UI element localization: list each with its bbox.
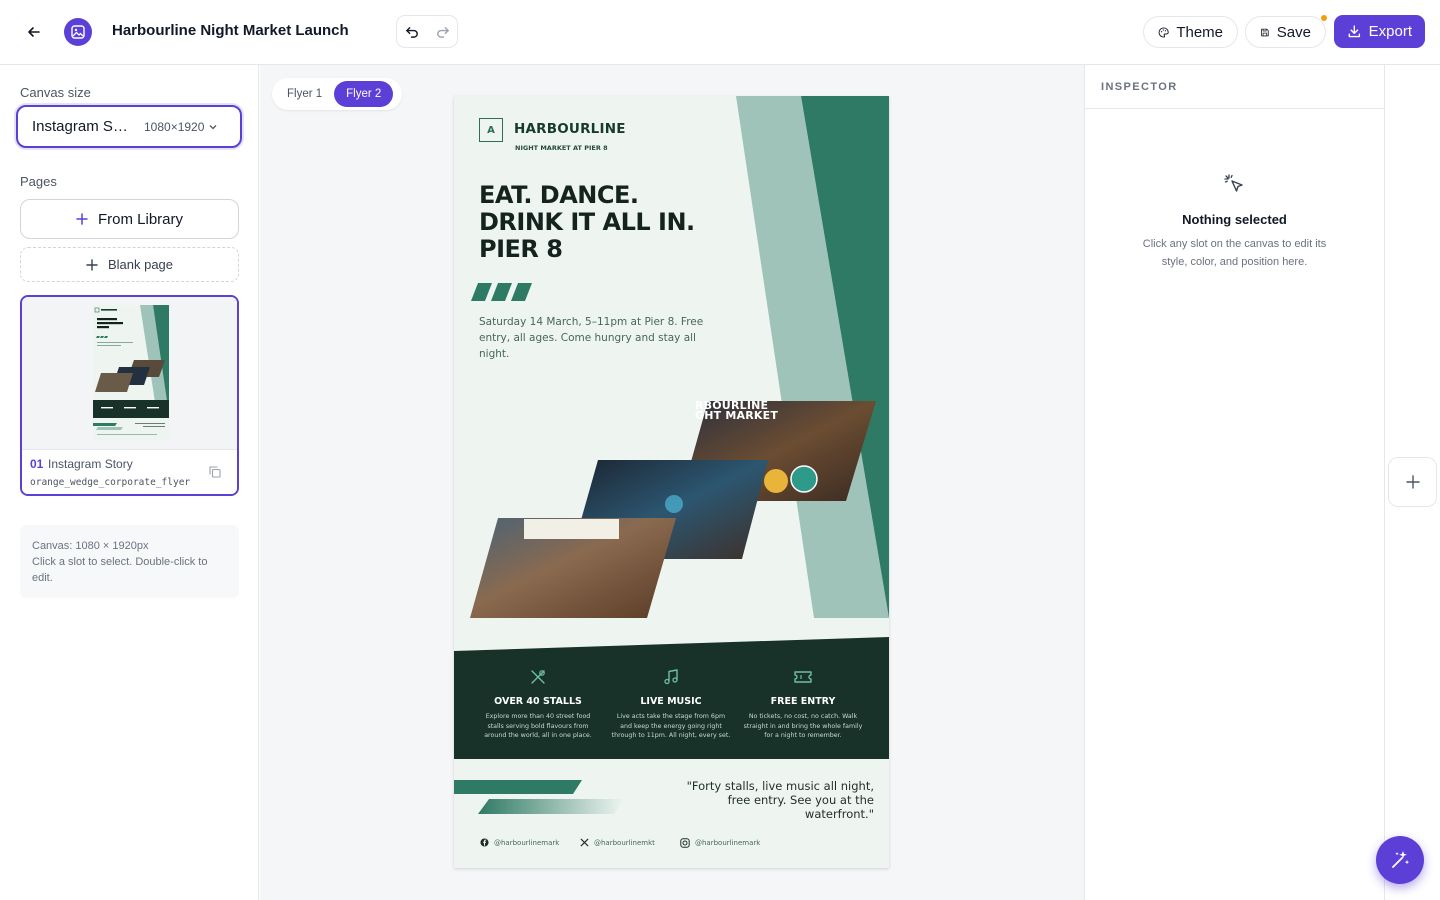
social-handle: @harbourlinemkt xyxy=(594,838,655,847)
feature-title: OVER 40 STALLS xyxy=(494,696,582,707)
blank-page-button[interactable]: Blank page xyxy=(20,247,239,282)
canvas-size-value: Instagram Story xyxy=(32,118,132,135)
page-thumbnail-preview xyxy=(93,305,169,440)
pointer-click-icon xyxy=(1222,172,1246,201)
inspector-title: INSPECTOR xyxy=(1101,81,1178,93)
sparkle-wand-icon xyxy=(1392,851,1410,868)
tab-flyer-2[interactable]: Flyer 2 xyxy=(334,81,394,107)
inspector-header: INSPECTOR xyxy=(1085,65,1384,109)
top-bar: Harbourline Night Market Launch Theme Sa… xyxy=(0,0,1440,65)
brand-name: HARBOURLINE xyxy=(514,121,626,137)
page-thumbnail xyxy=(22,297,237,449)
export-button[interactable]: Export xyxy=(1334,15,1425,48)
social-handle: @harbourlinemark xyxy=(695,839,761,847)
from-library-label: From Library xyxy=(97,210,183,228)
plus-icon xyxy=(1405,475,1420,489)
headline-line: DRINK IT ALL IN. xyxy=(479,208,695,236)
from-library-button[interactable]: From Library xyxy=(20,199,239,239)
flyer-tabs: Flyer 1 Flyer 2 xyxy=(272,78,402,110)
history-controls xyxy=(396,15,458,48)
feature-entry[interactable]: FREE ENTRY No tickets, no cost, no catch… xyxy=(743,668,863,741)
canvas-size-label: Canvas size xyxy=(20,85,91,100)
redo-button[interactable] xyxy=(427,16,457,47)
photo-overlay-text: RBOURLINE GHT MARKET xyxy=(695,400,779,422)
empty-state-title: Nothing selected xyxy=(1182,212,1287,227)
feature-title: LIVE MUSIC xyxy=(640,696,702,707)
brand-subtitle: NIGHT MARKET AT PIER 8 xyxy=(515,144,608,152)
arrow-left-icon xyxy=(28,27,40,37)
social-handle: @harbourlinemark xyxy=(494,838,560,847)
save-button[interactable]: Save xyxy=(1245,16,1326,48)
social-instagram: @harbourlinemark xyxy=(680,838,760,848)
feature-description: Explore more than 40 street food stalls … xyxy=(484,713,592,739)
ai-assistant-button[interactable] xyxy=(1376,836,1424,884)
instagram-icon xyxy=(680,838,690,848)
flyer-canvas[interactable]: A HARBOURLINE NIGHT MARKET AT PIER 8 EAT… xyxy=(454,96,889,868)
inspector-panel: INSPECTOR Nothing selected Click any slo… xyxy=(1084,65,1385,900)
page-number: 01 xyxy=(30,457,44,471)
canvas-size-select[interactable]: Instagram Story 1080×1920 xyxy=(16,105,242,148)
social-facebook: @harbourlinemark xyxy=(480,838,559,847)
feature-description: No tickets, no cost, no catch. Walk stra… xyxy=(743,713,863,739)
copy-icon xyxy=(209,466,221,478)
canvas-info-hint: Click a slot to select. Double-click to … xyxy=(32,556,208,584)
unsaved-indicator xyxy=(1321,15,1327,21)
undo-button[interactable] xyxy=(397,16,427,47)
flyer-quote[interactable]: "Forty stalls, live music all night, fre… xyxy=(668,779,874,821)
floppy-disk-icon xyxy=(1261,28,1269,36)
download-icon xyxy=(1348,25,1361,38)
left-panel: Canvas size Instagram Story 1080×1920 Pa… xyxy=(0,65,259,900)
utensils-icon xyxy=(531,670,545,684)
empty-state-description: Click any slot on the canvas to edit its… xyxy=(1142,238,1327,268)
flyer-subcopy[interactable]: Saturday 14 March, 5–11pm at Pier 8. Fre… xyxy=(479,314,719,362)
canvas-info-dims: Canvas: 1080 × 1920px xyxy=(32,540,149,552)
social-x: @harbourlinemkt xyxy=(580,838,655,847)
document-title[interactable]: Harbourline Night Market Launch xyxy=(112,22,349,39)
music-note-icon xyxy=(664,669,678,685)
chevron-down-icon xyxy=(209,124,217,129)
undo-icon xyxy=(405,27,418,38)
canvas-info-box: Canvas: 1080 × 1920px Click a slot to se… xyxy=(20,525,239,598)
feature-description: Live acts take the stage from 6pm and ke… xyxy=(611,713,731,739)
palette-icon xyxy=(1158,26,1169,38)
app-logo xyxy=(64,18,92,46)
facebook-icon xyxy=(480,838,489,847)
feature-stalls[interactable]: OVER 40 STALLS Explore more than 40 stre… xyxy=(478,668,598,741)
image-icon xyxy=(71,25,85,39)
tab-flyer-1[interactable]: Flyer 1 xyxy=(275,81,334,107)
photo-overlay-line: GHT MARKET xyxy=(695,409,779,422)
plus-icon xyxy=(76,213,88,225)
plus-icon xyxy=(86,258,98,271)
back-button[interactable] xyxy=(20,18,48,46)
ticket-icon xyxy=(794,671,812,683)
blank-page-label: Blank page xyxy=(107,257,174,272)
x-icon xyxy=(580,838,589,847)
redo-icon xyxy=(436,27,449,38)
save-label: Save xyxy=(1276,23,1311,41)
flyer-headline[interactable]: EAT. DANCE. DRINK IT ALL IN. PIER 8 xyxy=(479,182,739,263)
theme-label: Theme xyxy=(1176,23,1223,41)
headline-line: PIER 8 xyxy=(479,235,563,263)
add-panel-button[interactable] xyxy=(1388,457,1437,507)
canvas-area[interactable]: Flyer 1 Flyer 2 A HARBOURLINE NIGHT MARK… xyxy=(260,65,1085,900)
page-card[interactable]: 01 Instagram Story orange_wedge_corporat… xyxy=(20,295,239,496)
theme-button[interactable]: Theme xyxy=(1143,16,1238,48)
duplicate-page-button[interactable] xyxy=(208,465,222,484)
page-name: Instagram Story xyxy=(48,457,133,471)
page-meta: 01 Instagram Story orange_wedge_corporat… xyxy=(22,449,237,494)
pages-label: Pages xyxy=(20,174,57,189)
page-filename: orange_wedge_corporate_flyer xyxy=(30,477,191,488)
canvas-size-dims: 1080×1920 xyxy=(144,119,205,134)
headline-line: EAT. DANCE. xyxy=(479,181,639,209)
export-label: Export xyxy=(1368,23,1412,40)
brand-mark: A xyxy=(479,118,503,142)
feature-title: FREE ENTRY xyxy=(770,696,836,707)
feature-music[interactable]: LIVE MUSIC Live acts take the stage from… xyxy=(611,668,731,741)
